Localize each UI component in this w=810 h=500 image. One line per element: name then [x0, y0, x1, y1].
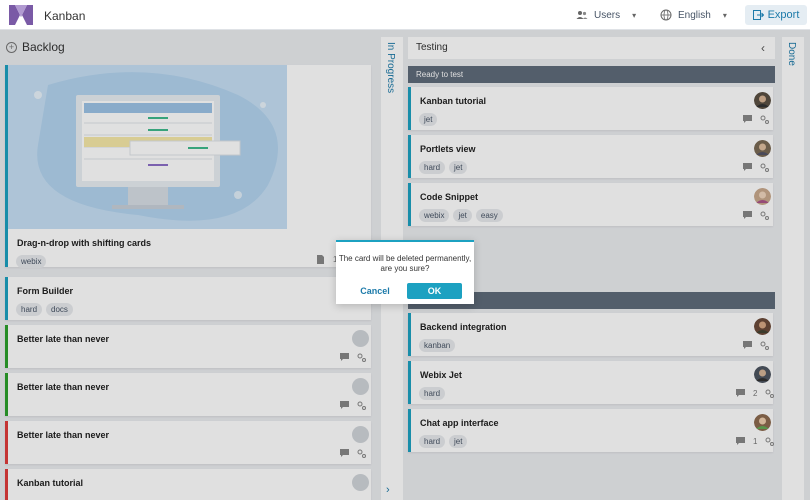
- app-title: Kanban: [44, 9, 86, 23]
- top-bar: Kanban Users ▾ English ▾ Export: [0, 0, 810, 30]
- dialog-message: The card will be deleted permanently, ar…: [338, 254, 472, 273]
- users-icon: [576, 11, 588, 19]
- chevron-down-icon: ▾: [632, 10, 637, 20]
- cancel-button[interactable]: Cancel: [348, 283, 402, 299]
- export-button[interactable]: Export: [745, 5, 807, 25]
- ok-button[interactable]: OK: [407, 283, 462, 299]
- users-dropdown[interactable]: Users ▾: [576, 9, 636, 21]
- chevron-down-icon: ▾: [722, 10, 727, 20]
- export-icon: [752, 10, 764, 20]
- language-dropdown[interactable]: English ▾: [660, 9, 727, 21]
- export-label: Export: [767, 9, 800, 21]
- users-label: Users: [594, 9, 621, 21]
- globe-icon: [660, 9, 672, 21]
- confirm-dialog: The card will be deleted permanently, ar…: [336, 240, 474, 304]
- webix-logo-icon: [9, 5, 33, 25]
- language-label: English: [678, 9, 711, 21]
